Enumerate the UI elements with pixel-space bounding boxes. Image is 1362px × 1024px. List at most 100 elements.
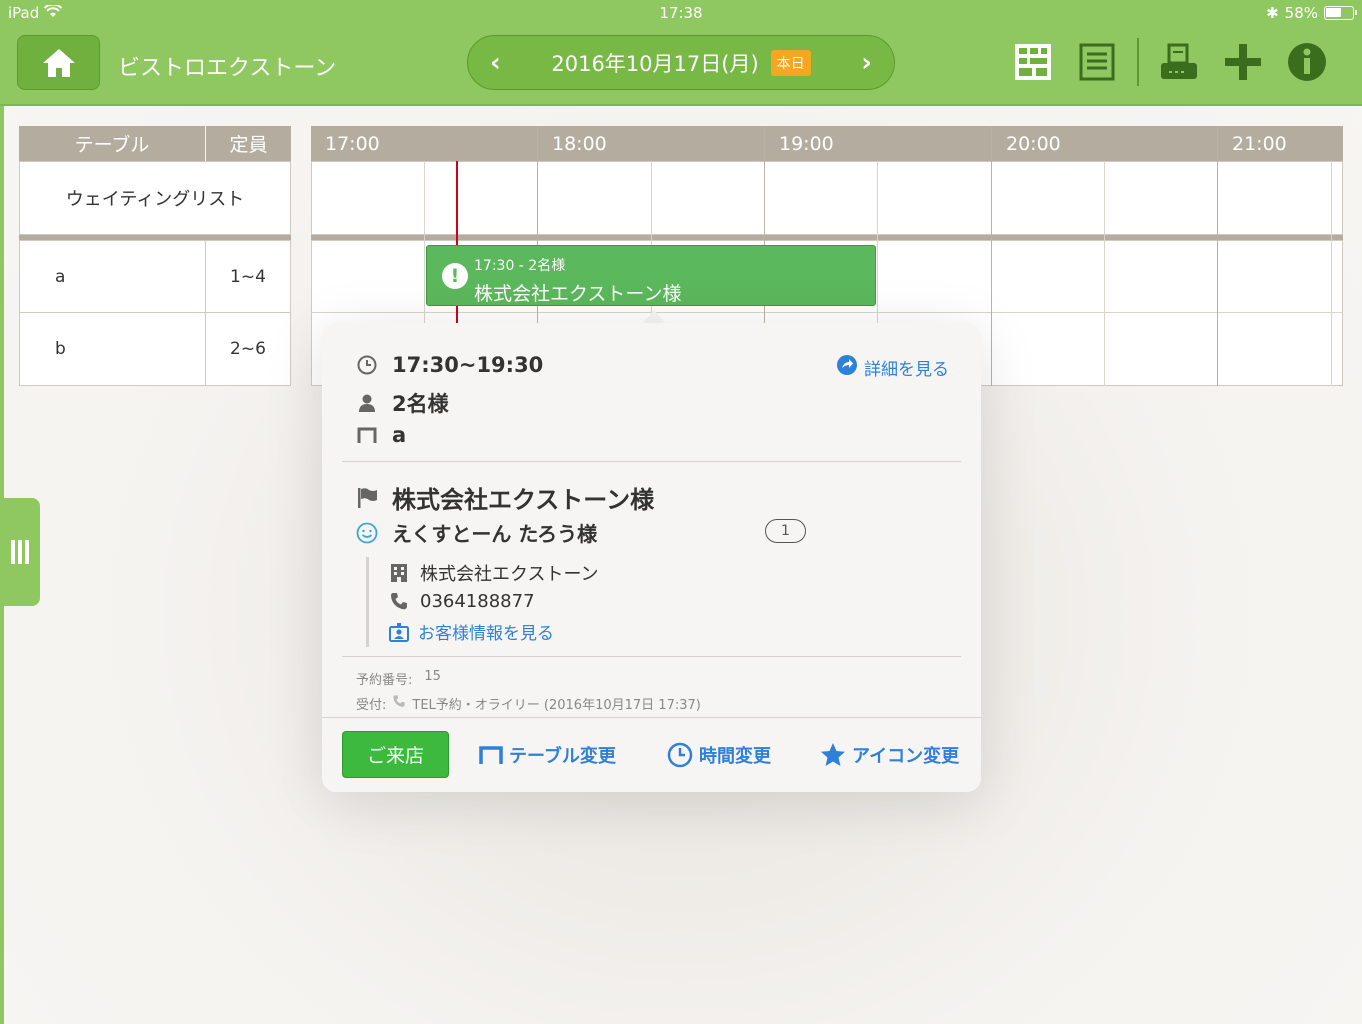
print-button[interactable] <box>1157 40 1201 84</box>
toolbar-separator <box>1137 38 1139 86</box>
change-time-label: 時間変更 <box>699 746 771 767</box>
received-value: TEL予約・オライリー (2016年10月17日 17:37) <box>412 698 701 713</box>
table-row-a-name[interactable]: a <box>19 240 206 313</box>
phone-small-icon <box>392 694 406 713</box>
list-view-button[interactable] <box>1075 40 1119 84</box>
time-label: 20:00 <box>992 126 1217 161</box>
current-date: 2016年10月17日(月) <box>551 51 759 76</box>
clock-icon <box>667 742 693 768</box>
table-capacity: 2~6 <box>230 339 266 359</box>
phone-number: 0364188877 <box>420 590 535 612</box>
company-detail-row: 株式会社エクストーン <box>388 560 599 586</box>
today-badge: 本日 <box>770 49 811 76</box>
table-row-a-capacity: 1~4 <box>205 240 291 313</box>
table-row-b-name[interactable]: b <box>19 312 206 386</box>
hour-line <box>1217 126 1218 386</box>
half-hour-line <box>1104 161 1105 386</box>
change-icon-label: アイコン変更 <box>852 746 960 767</box>
date-display[interactable]: 2016年10月17日(月) 本日 <box>551 48 811 78</box>
popover-actions: ご来店 テーブル変更 時間変更 アイコン変更 <box>322 717 981 792</box>
company-name: 株式会社エクストーン様 <box>392 486 655 514</box>
table-column-header: テーブル <box>19 126 205 161</box>
change-table-button[interactable]: テーブル変更 <box>479 742 616 768</box>
battery-percent: 58% <box>1284 4 1318 22</box>
info-button[interactable] <box>1285 40 1329 84</box>
side-drawer-handle[interactable] <box>0 498 40 606</box>
time-label: 19:00 <box>765 126 990 161</box>
time-label: 21:00 <box>1218 126 1343 161</box>
phone-row: 0364188877 <box>388 590 535 612</box>
next-day-button[interactable]: › <box>861 48 872 78</box>
customer-info-label: お客様情報を見る <box>418 624 554 644</box>
arrived-button[interactable]: ご来店 <box>342 731 449 778</box>
status-time: 17:38 <box>659 4 703 22</box>
phone-icon <box>388 590 410 612</box>
divider <box>342 656 961 657</box>
reservation-block[interactable]: ! 17:30 - 2名様 株式会社エクストーン様 <box>426 245 876 306</box>
reservation-number-row: 予約番号: 15 <box>356 669 441 688</box>
time-row: 17:30~19:30 <box>356 353 543 377</box>
info-icon <box>1288 43 1326 81</box>
hour-line <box>991 126 992 386</box>
party-size: 2名様 <box>392 392 449 416</box>
status-right: ✱ 58% <box>1266 4 1357 22</box>
time-label: 17:00 <box>311 126 536 161</box>
row-divider <box>311 312 1343 313</box>
party-row: 2名様 <box>356 388 449 418</box>
star-icon <box>821 743 845 766</box>
smiley-icon <box>356 522 378 544</box>
visit-count-badge: 1 <box>765 519 806 543</box>
change-time-button[interactable]: 時間変更 <box>667 742 771 768</box>
home-button[interactable] <box>17 35 100 90</box>
time-label: 18:00 <box>538 126 763 161</box>
shop-name: ビストロエクストーン <box>118 56 337 81</box>
home-icon <box>42 48 75 77</box>
table-icon <box>356 424 378 446</box>
reservation-number: 15 <box>424 669 441 684</box>
waiting-list-timeline[interactable] <box>311 161 1343 235</box>
flag-icon <box>356 487 378 509</box>
plus-icon <box>1225 44 1261 80</box>
reservation-popover: 17:30~19:30 詳細を見る 2名様 a 株式会社エクストーン様 えくすと… <box>322 323 981 792</box>
bluetooth-icon: ✱ <box>1266 4 1279 22</box>
list-icon <box>1079 43 1115 81</box>
person-icon <box>356 392 378 414</box>
table-name: b <box>55 339 66 359</box>
reservation-customer: 株式会社エクストーン様 <box>474 283 682 305</box>
company-detail: 株式会社エクストーン <box>420 564 599 585</box>
table-name: a <box>55 266 66 287</box>
received-label: 受付: <box>356 698 387 713</box>
floor-map-icon <box>1015 44 1051 80</box>
half-hour-line <box>1331 161 1332 386</box>
person-row: えくすとーん たろう様 <box>356 518 597 547</box>
popover-arrow <box>642 310 666 324</box>
view-details-link[interactable]: 詳細を見る <box>836 354 949 381</box>
battery-icon <box>1324 6 1357 20</box>
add-reservation-button[interactable] <box>1221 40 1265 84</box>
reservation-number-label: 予約番号: <box>356 673 413 688</box>
clock-icon <box>356 354 378 376</box>
table-name: a <box>392 423 407 447</box>
company-row: 株式会社エクストーン様 <box>356 480 654 515</box>
capacity-column-header: 定員 <box>206 126 291 161</box>
change-icon-button[interactable]: アイコン変更 <box>820 742 959 768</box>
waiting-list-row[interactable]: ウェイティングリスト <box>19 161 291 235</box>
floor-map-button[interactable] <box>1011 40 1055 84</box>
prev-day-button[interactable]: ‹ <box>490 48 501 78</box>
top-bar: iPad 17:38 ✱ 58% ビストロエクストーン ‹ 2016年10月17… <box>0 0 1362 106</box>
reservation-time-party: 17:30 - 2名様 <box>474 258 566 274</box>
table-icon <box>479 746 503 764</box>
date-selector: ‹ 2016年10月17日(月) 本日 › <box>467 35 895 90</box>
building-icon <box>388 562 410 584</box>
divider <box>342 461 961 462</box>
table-row-b-capacity: 2~6 <box>205 312 291 386</box>
table-row: a <box>356 423 406 447</box>
time-range: 17:30~19:30 <box>392 353 544 377</box>
alert-icon: ! <box>442 263 468 289</box>
received-row: 受付: TEL予約・オライリー (2016年10月17日 17:37) <box>356 694 701 713</box>
person-name: えくすとーん たろう様 <box>392 522 598 546</box>
waiting-list-label: ウェイティングリスト <box>65 189 245 210</box>
customer-info-link[interactable]: お客様情報を見る <box>388 619 554 644</box>
change-table-label: テーブル変更 <box>509 746 616 767</box>
view-details-label: 詳細を見る <box>864 360 949 380</box>
